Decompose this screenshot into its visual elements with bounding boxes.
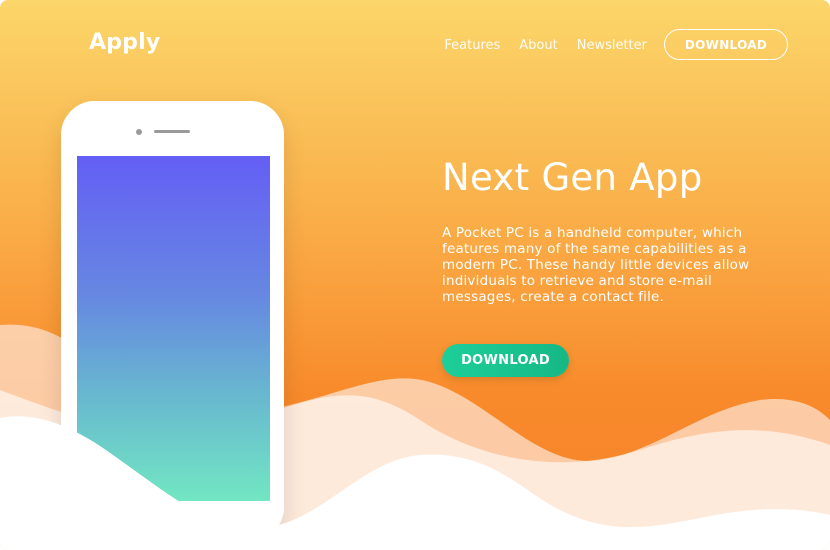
logo[interactable]: Apply xyxy=(89,30,160,55)
landing-page: Apply Features About Newsletter DOWNLOAD… xyxy=(0,0,830,550)
top-nav: Features About Newsletter xyxy=(444,38,647,53)
phone-mockup xyxy=(61,101,284,541)
speaker-slit xyxy=(154,130,190,133)
phone-screen xyxy=(77,156,270,501)
nav-about[interactable]: About xyxy=(519,38,557,53)
header-download-button[interactable]: DOWNLOAD xyxy=(664,29,788,60)
hero-description: A Pocket PC is a handheld computer, whic… xyxy=(442,225,750,305)
nav-features[interactable]: Features xyxy=(444,38,500,53)
hero-title: Next Gen App xyxy=(442,156,703,199)
hero-download-button[interactable]: DOWNLOAD xyxy=(442,344,569,377)
camera-dot xyxy=(136,129,142,135)
nav-newsletter[interactable]: Newsletter xyxy=(577,38,647,53)
